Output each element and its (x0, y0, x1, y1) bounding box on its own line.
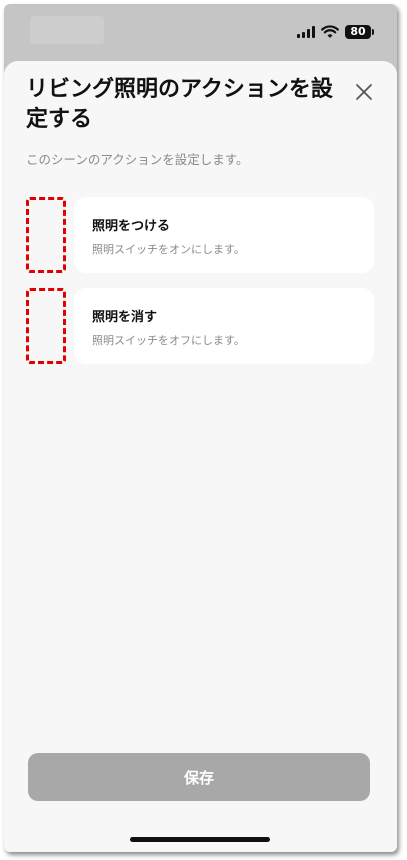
action-title: 照明をつける (92, 219, 171, 234)
action-select-slot[interactable] (26, 288, 66, 364)
action-description: 照明スイッチをオフにします。 (92, 334, 245, 347)
home-indicator (130, 837, 270, 842)
action-row-turn-off: 照明を消す 照明スイッチをオフにします。 (26, 288, 374, 364)
status-time-redacted (30, 16, 104, 44)
sheet-title: リビング照明のアクションを設定する (26, 77, 333, 132)
action-card-turn-off[interactable]: 照明を消す 照明スイッチをオフにします。 (74, 288, 374, 364)
save-button[interactable]: 保存 (28, 753, 370, 801)
action-row-turn-on: 照明をつける 照明スイッチをオンにします。 (26, 197, 374, 273)
action-settings-sheet: リビング照明のアクションを設定する このシーンのアクションを設定します。 照明を… (4, 61, 397, 852)
sheet-subtitle: このシーンのアクションを設定します。 (26, 152, 249, 167)
close-button[interactable] (353, 81, 375, 103)
status-bar: 80 (4, 4, 397, 60)
action-select-slot[interactable] (26, 197, 66, 273)
status-icons: 80 (297, 24, 374, 40)
cellular-signal-icon (297, 26, 315, 38)
phone-screen: 80 リビング照明のアクションを設定する このシーンのアクションを設定します。 … (4, 4, 397, 852)
battery-icon: 80 (345, 25, 374, 39)
wifi-icon (321, 25, 339, 38)
close-icon (356, 84, 372, 100)
action-title: 照明を消す (92, 310, 158, 325)
action-card-turn-on[interactable]: 照明をつける 照明スイッチをオンにします。 (74, 197, 374, 273)
action-description: 照明スイッチをオンにします。 (92, 243, 245, 256)
